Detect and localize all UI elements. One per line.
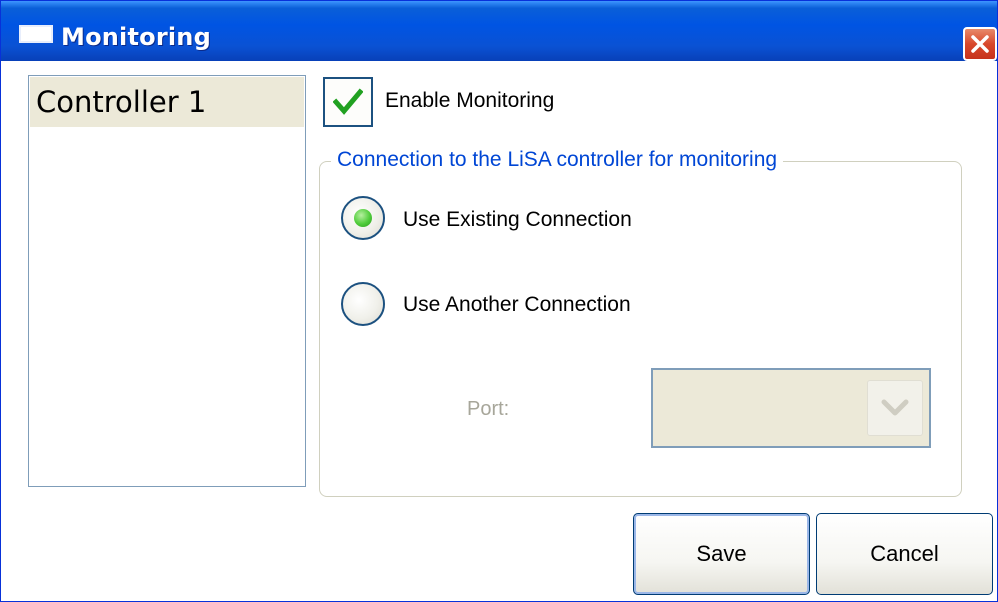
- window-title: Monitoring: [61, 23, 211, 51]
- close-icon: [971, 35, 989, 53]
- port-dropdown[interactable]: [651, 368, 931, 448]
- use-existing-connection-radio[interactable]: [341, 196, 385, 240]
- use-another-connection-label[interactable]: Use Another Connection: [403, 293, 631, 317]
- cancel-button[interactable]: Cancel: [816, 513, 993, 595]
- port-dropdown-button[interactable]: [867, 380, 923, 436]
- chevron-down-icon: [881, 399, 909, 416]
- save-button[interactable]: Save: [633, 513, 810, 595]
- use-another-connection-radio[interactable]: [341, 282, 385, 326]
- title-bar[interactable]: Monitoring: [1, 1, 997, 61]
- use-existing-connection-label[interactable]: Use Existing Connection: [403, 208, 632, 232]
- port-label: Port:: [467, 398, 510, 420]
- enable-monitoring-label[interactable]: Enable Monitoring: [385, 89, 554, 113]
- enable-monitoring-checkbox[interactable]: [323, 77, 373, 127]
- close-button[interactable]: [963, 27, 997, 61]
- controller-list[interactable]: Controller 1: [28, 75, 306, 487]
- list-item[interactable]: Controller 1: [30, 77, 304, 127]
- radio-selected-dot: [354, 209, 372, 227]
- window-icon: [19, 25, 53, 43]
- monitoring-dialog: Monitoring Controller 1 Enable Monitorin…: [0, 0, 998, 602]
- connection-group-legend: Connection to the LiSA controller for mo…: [331, 148, 784, 172]
- checkmark-icon: [333, 88, 363, 115]
